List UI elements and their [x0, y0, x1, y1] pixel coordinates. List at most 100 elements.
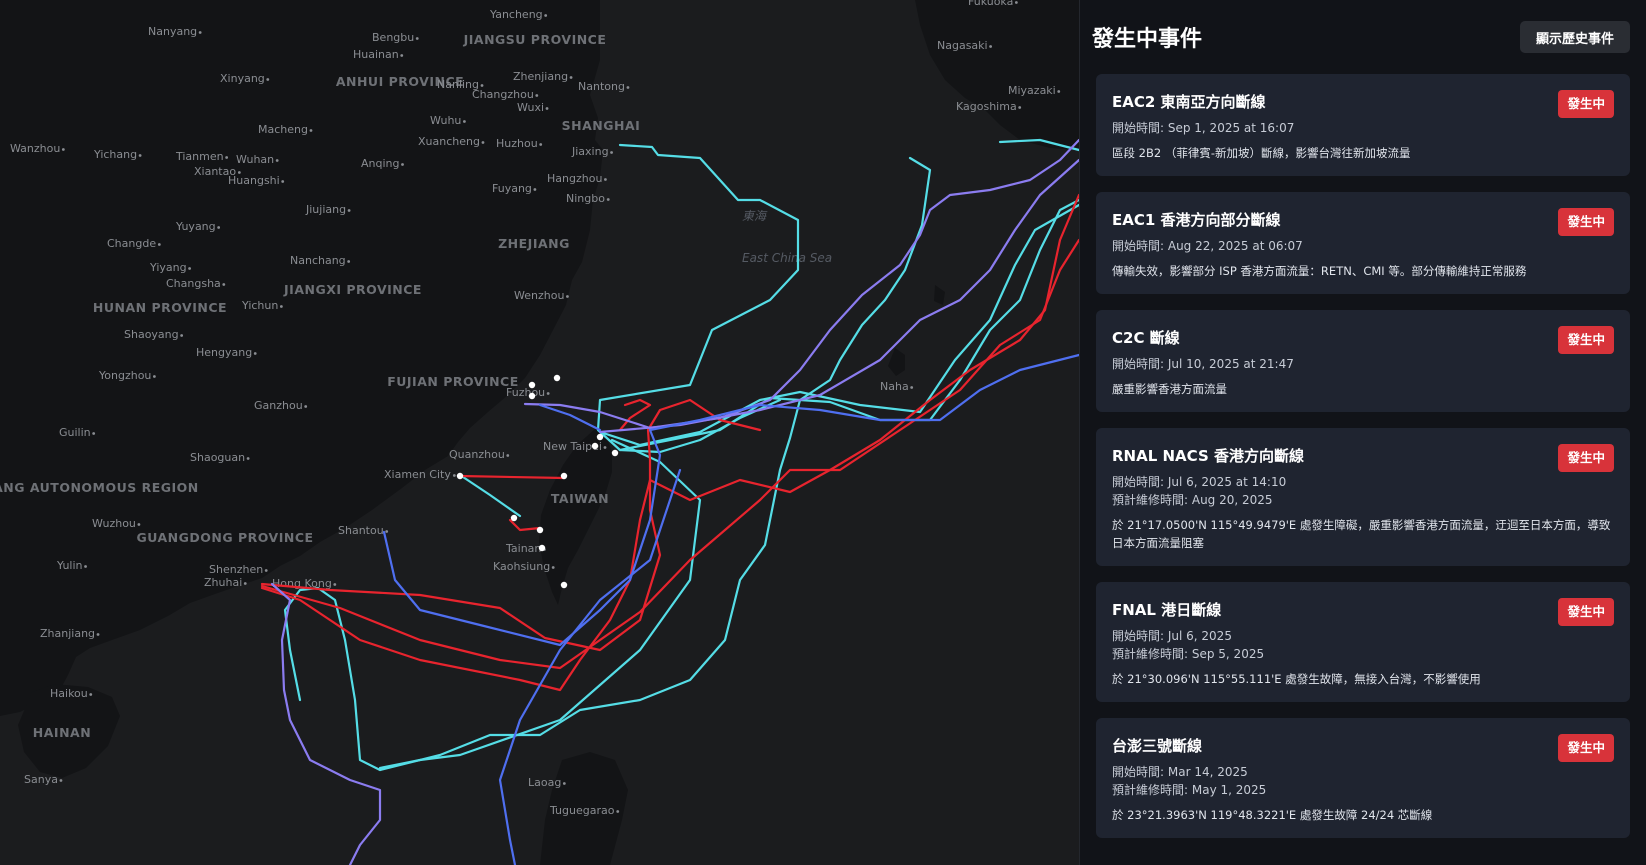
- status-badge: 發生中: [1558, 208, 1614, 236]
- landing-point: [528, 381, 536, 389]
- event-repair-time: 預計維修時間: Aug 20, 2025: [1112, 493, 1273, 507]
- city-label: Wuxi: [517, 101, 544, 114]
- city-label: Fukuoka: [968, 0, 1013, 8]
- city-label: Nanyang: [148, 25, 197, 38]
- city-marker: [626, 86, 630, 89]
- city-label: Laoag: [528, 776, 561, 789]
- city-marker: [1014, 1, 1018, 4]
- show-history-button[interactable]: 顯示歷史事件: [1519, 21, 1630, 53]
- city-marker: [188, 267, 191, 270]
- city-marker: [415, 37, 419, 40]
- landing-point: [510, 514, 518, 522]
- event-title: EAC1 香港方向部分斷線: [1112, 211, 1281, 229]
- city-marker: [279, 305, 283, 308]
- city-marker: [304, 405, 308, 408]
- event-repair-time: 預計維修時間: Sep 5, 2025: [1112, 647, 1265, 661]
- city-marker: [535, 94, 539, 97]
- city-label: Nantong: [578, 80, 625, 93]
- city-marker: [463, 120, 466, 123]
- event-start-time: 開始時間: Jul 6, 2025 at 14:10: [1112, 475, 1287, 489]
- city-marker: [452, 474, 456, 477]
- city-label: Xinyang: [220, 72, 265, 85]
- event-start-time: 開始時間: Jul 6, 2025: [1112, 629, 1232, 643]
- city-marker: [237, 171, 241, 174]
- event-repair-time: 預計維修時間: May 1, 2025: [1112, 783, 1267, 797]
- city-label: Miyazaki: [1008, 84, 1056, 97]
- province-label: GUANGDONG PROVINCE: [136, 530, 313, 545]
- status-badge: 發生中: [1558, 326, 1614, 354]
- city-label: Huainan: [353, 48, 399, 61]
- status-badge: 發生中: [1558, 444, 1614, 472]
- city-label: Wuhan: [236, 153, 274, 166]
- city-marker: [225, 156, 229, 159]
- city-marker: [266, 78, 270, 81]
- landing-point: [596, 433, 604, 441]
- city-label: Ningbo: [566, 192, 605, 205]
- event-card[interactable]: EAC1 香港方向部分斷線 開始時間: Aug 22, 2025 at 06:0…: [1096, 192, 1630, 294]
- province-label: HAINAN: [33, 725, 91, 740]
- city-marker: [506, 454, 510, 457]
- city-label: Nagasaki: [937, 39, 988, 52]
- city-label: Yuyang: [175, 220, 216, 233]
- landing-point: [560, 581, 568, 589]
- city-marker: [281, 180, 285, 183]
- city-label: Haikou: [50, 687, 88, 700]
- event-card[interactable]: FNAL 港日斷線 開始時間: Jul 6, 2025 預計維修時間: Sep …: [1096, 582, 1630, 702]
- city-label: Tianmen: [175, 150, 224, 163]
- landing-point: [560, 472, 568, 480]
- province-label: FUJIAN PROVINCE: [387, 374, 519, 389]
- event-title: C2C 斷線: [1112, 329, 1180, 347]
- city-marker: [137, 523, 141, 526]
- city-label: Shaoyang: [124, 328, 179, 341]
- city-label: Fuzhou: [506, 386, 545, 399]
- city-label: Yiyang: [149, 261, 187, 274]
- city-marker: [138, 154, 142, 157]
- city-marker: [157, 243, 161, 246]
- city-label: Yongzhou: [98, 369, 151, 382]
- city-label: Ganzhou: [254, 399, 303, 412]
- panel-title: 發生中事件: [1092, 27, 1203, 52]
- event-title: 台澎三號斷線: [1112, 737, 1203, 755]
- event-card[interactable]: 台澎三號斷線 開始時間: Mar 14, 2025 預計維修時間: May 1,…: [1096, 718, 1630, 838]
- city-marker: [1057, 90, 1061, 93]
- city-marker: [61, 148, 65, 151]
- event-description: 於 21°17.0500'N 115°49.9479'E 處發生障礙，嚴重影響香…: [1112, 518, 1611, 550]
- city-marker: [610, 151, 613, 154]
- city-marker: [333, 583, 337, 586]
- event-card[interactable]: RNAL NACS 香港方向斷線 開始時間: Jul 6, 2025 at 14…: [1096, 428, 1630, 566]
- city-marker: [562, 782, 566, 785]
- city-marker: [539, 143, 543, 146]
- city-marker: [546, 392, 550, 395]
- city-label: Changsha: [166, 277, 221, 290]
- event-card[interactable]: EAC2 東南亞方向斷線 開始時間: Sep 1, 2025 at 16:07 …: [1096, 74, 1630, 176]
- event-description: 於 21°30.096'N 115°55.111'E 處發生故障，無接入台灣，不…: [1112, 672, 1481, 686]
- city-marker: [222, 283, 226, 286]
- province-label: JIANGSU PROVINCE: [463, 32, 607, 47]
- city-marker: [89, 693, 93, 696]
- city-marker: [566, 295, 569, 298]
- province-label: TAIWAN: [551, 491, 609, 506]
- province-label: JIANGXI PROVINCE: [283, 282, 422, 297]
- city-label: Xuancheng: [418, 135, 480, 148]
- city-label: Shenzhen: [209, 563, 263, 576]
- city-marker: [243, 582, 247, 585]
- event-title: EAC2 東南亞方向斷線: [1112, 93, 1266, 111]
- panel-header: 發生中事件 顯示歷史事件: [1092, 0, 1630, 74]
- city-label: Wuzhou: [92, 517, 136, 530]
- landing-point: [456, 472, 464, 480]
- city-marker: [180, 334, 184, 337]
- status-badge: 發生中: [1558, 598, 1614, 626]
- city-marker: [401, 163, 404, 166]
- event-start-time: 開始時間: Aug 22, 2025 at 06:07: [1112, 239, 1303, 253]
- city-label: Yichun: [241, 299, 278, 312]
- city-label: Tainan: [505, 542, 541, 555]
- city-label: Changde: [107, 237, 156, 250]
- event-card[interactable]: C2C 斷線 開始時間: Jul 10, 2025 at 21:47 嚴重影響香…: [1096, 310, 1630, 412]
- city-marker: [246, 457, 250, 460]
- event-title: RNAL NACS 香港方向斷線: [1112, 447, 1304, 465]
- city-label: Kaohsiung: [493, 560, 550, 573]
- city-marker: [481, 141, 485, 144]
- city-label: Yichang: [93, 148, 137, 161]
- city-label: Wuhu: [430, 114, 461, 127]
- city-label: Guilin: [59, 426, 91, 439]
